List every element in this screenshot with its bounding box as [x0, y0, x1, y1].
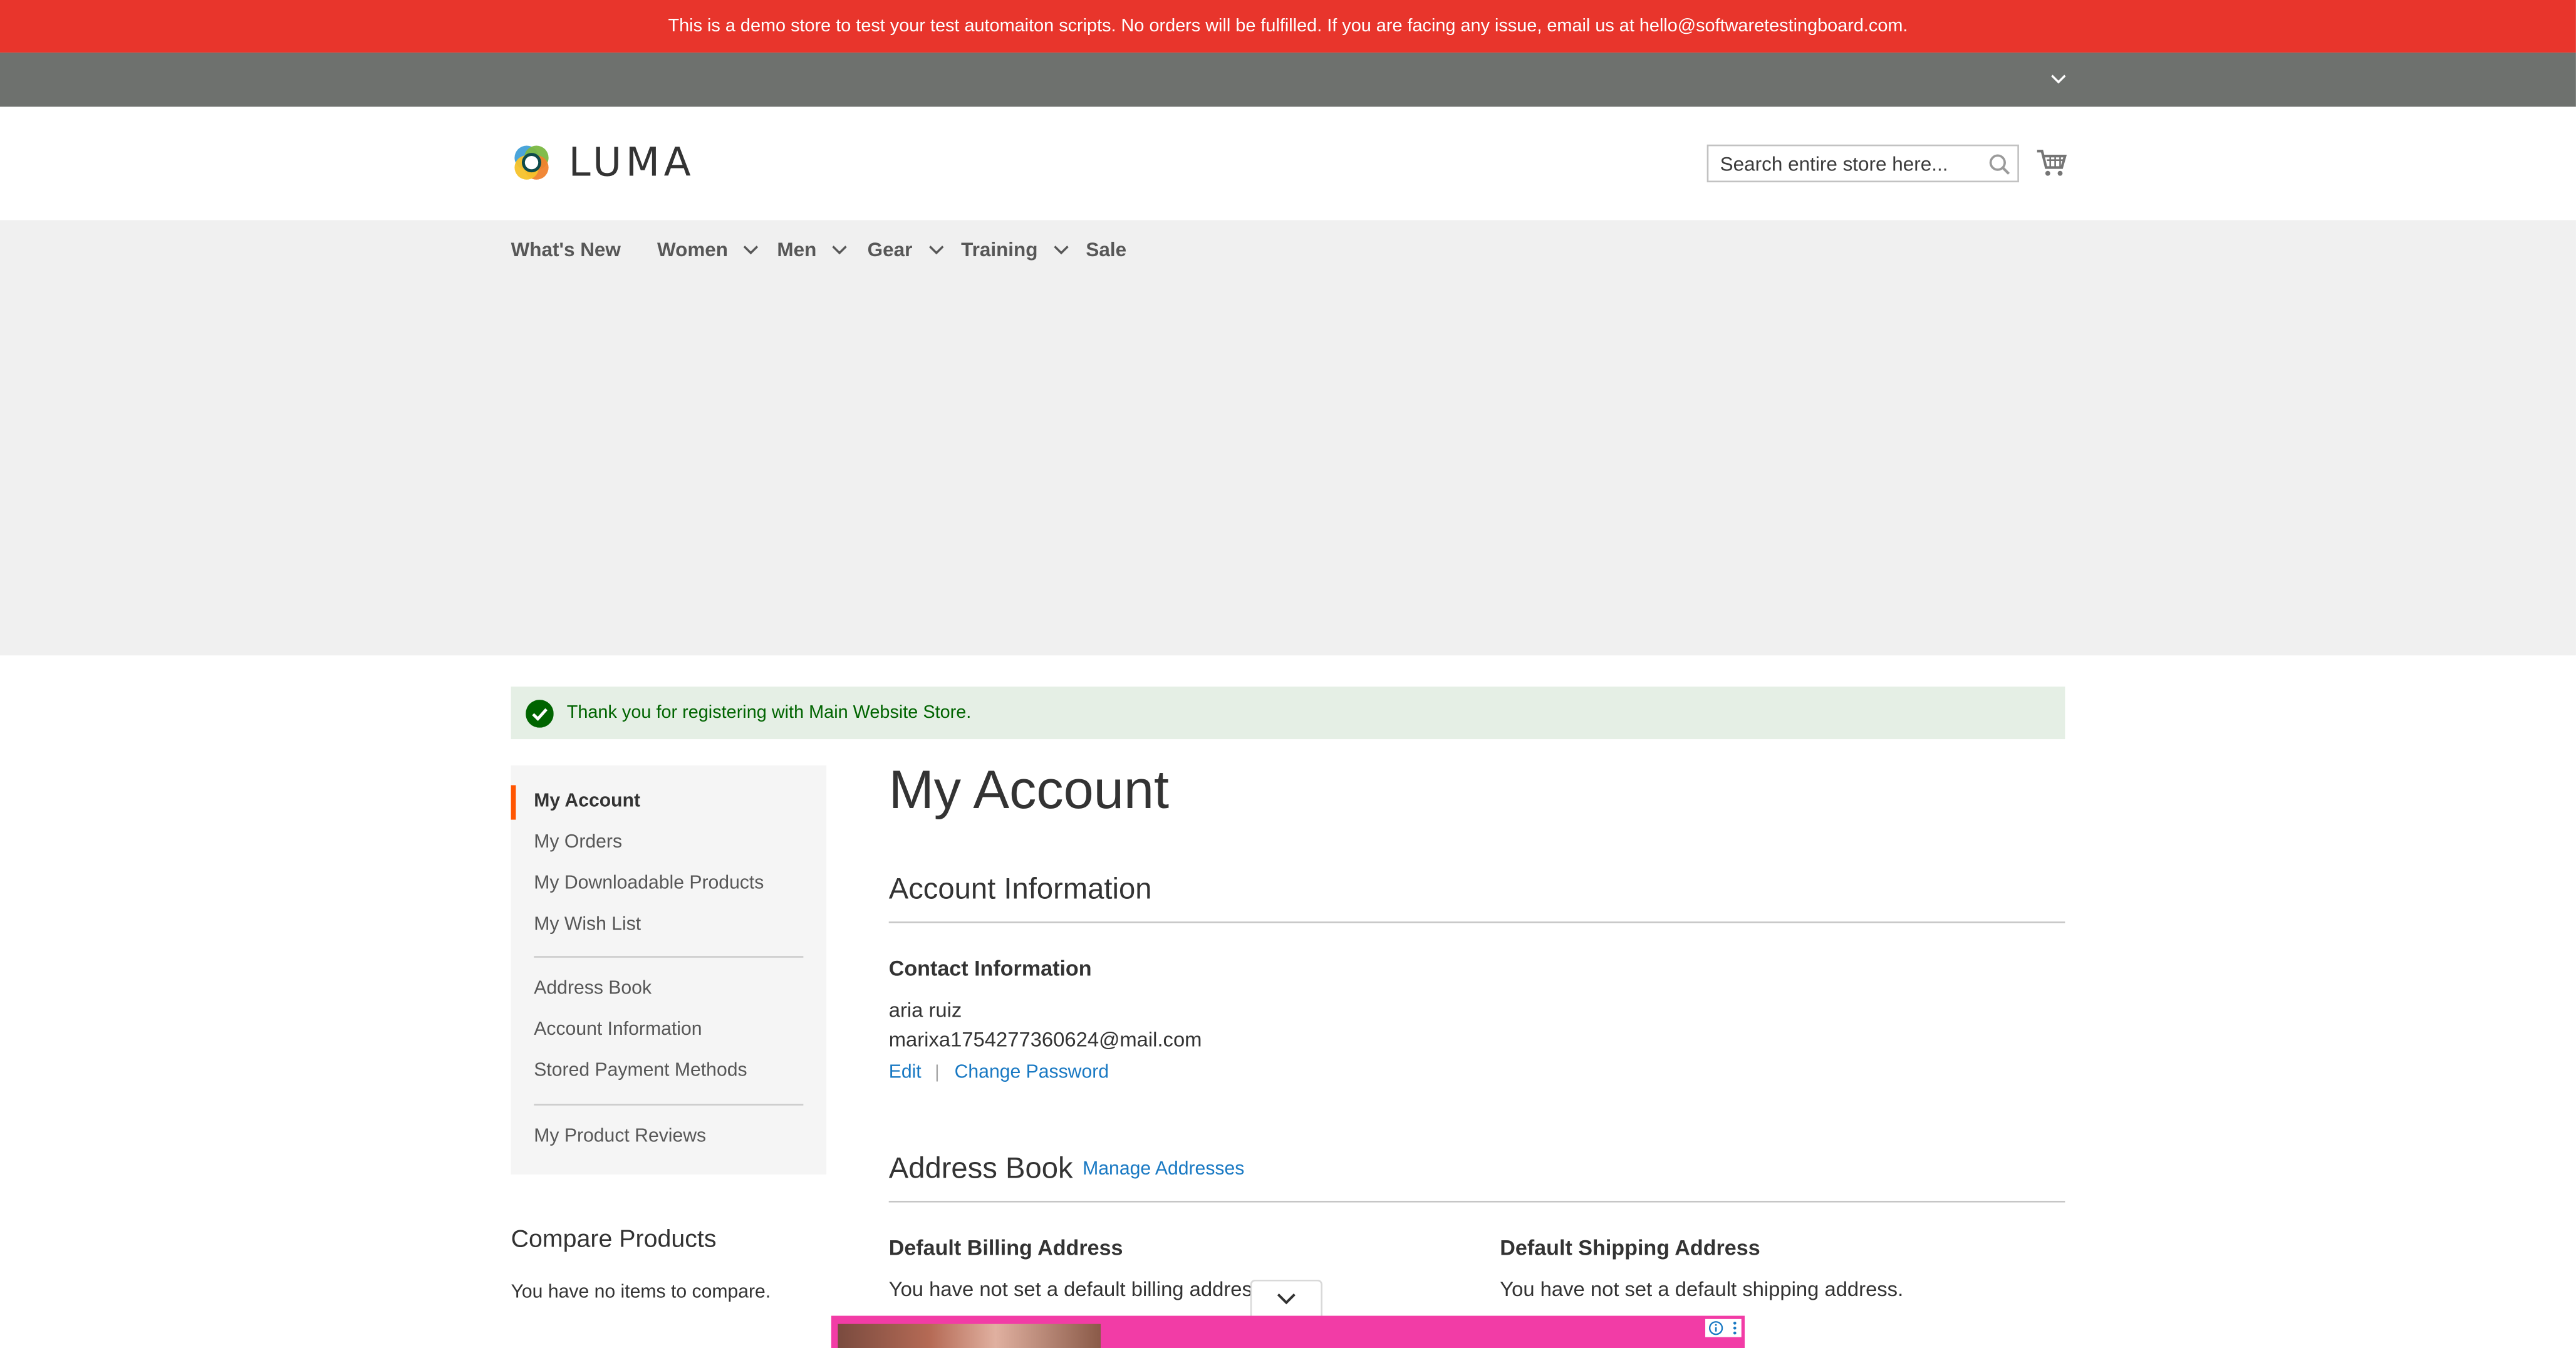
nav-item-label: Training [961, 238, 1038, 261]
cart-icon[interactable] [2035, 148, 2068, 177]
nav-item-label: Gear [867, 238, 913, 261]
nav-item-gear[interactable]: Gear [868, 237, 944, 263]
address-book-title: Address Book [888, 1151, 1073, 1185]
success-message-text: Thank you for registering with Main Webs… [566, 703, 972, 723]
manage-addresses-link[interactable]: Manage Addresses [1083, 1159, 1244, 1179]
nav-item-label: Women [657, 238, 729, 261]
chevron-down-icon [928, 246, 943, 255]
change-password-link[interactable]: Change Password [955, 1063, 1109, 1082]
chevron-down-icon [1277, 1294, 1296, 1305]
nav-item-sale[interactable]: Sale [1086, 237, 1126, 263]
account-sidebar-nav: My Account My Orders My Downloadable Pro… [511, 765, 827, 1175]
sidebar-item-account-information[interactable]: Account Information [534, 1017, 702, 1043]
ad-collapse-toggle[interactable] [1250, 1279, 1323, 1316]
search-input[interactable] [1708, 146, 1983, 181]
nav-item-label: What's New [511, 238, 621, 261]
chevron-down-icon [744, 246, 759, 255]
page-title: My Account [888, 759, 1170, 820]
sidebar-item-my-account[interactable]: My Account [534, 789, 640, 815]
success-message: Thank you for registering with Main Webs… [511, 687, 2065, 740]
sidebar-item-my-wish-list[interactable]: My Wish List [534, 911, 641, 938]
nav-item-whats-new[interactable]: What's New [511, 237, 621, 263]
chevron-down-icon[interactable] [2047, 69, 2070, 88]
section-divider [888, 1200, 2065, 1203]
more-vertical-icon [1733, 1321, 1736, 1335]
sidebar-divider [534, 1104, 804, 1106]
ad-choices[interactable] [1705, 1319, 1742, 1337]
panel-header-bar [0, 52, 2576, 107]
customer-email: marixa1754277360624@mail.com [888, 1028, 1202, 1052]
chevron-down-icon [1054, 246, 1069, 255]
main-navigation: What's New Women Men Gear Training Sale [0, 220, 2576, 656]
default-billing-title: Default Billing Address [888, 1235, 1123, 1260]
sidebar-item-my-orders[interactable]: My Orders [534, 829, 622, 856]
compare-products-title: Compare Products [511, 1225, 717, 1253]
chevron-down-icon [833, 246, 848, 255]
nav-item-label: Sale [1086, 238, 1127, 261]
sidebar-item-stored-payment-methods[interactable]: Stored Payment Methods [534, 1058, 747, 1084]
logo-wordmark: LUMA [568, 139, 695, 186]
demo-notice-text: This is a demo store to test your test a… [668, 16, 1908, 36]
ad-image [838, 1324, 1101, 1348]
search-icon[interactable] [1988, 153, 2011, 176]
default-shipping-text: You have not set a default shipping addr… [1500, 1278, 1904, 1301]
compare-products-empty: You have no items to compare. [511, 1283, 771, 1303]
section-divider [888, 921, 2065, 923]
default-billing-text: You have not set a default billing addre… [888, 1278, 1269, 1301]
store-logo[interactable]: LUMA [511, 133, 695, 192]
sidebar-item-my-downloadable-products[interactable]: My Downloadable Products [534, 871, 764, 897]
ad-banner[interactable] [831, 1315, 1745, 1348]
check-circle-icon [526, 700, 554, 728]
info-icon [1709, 1321, 1723, 1335]
account-information-title: Account Information [888, 872, 1152, 905]
sidebar-item-my-product-reviews[interactable]: My Product Reviews [534, 1124, 706, 1150]
nav-item-women[interactable]: Women [657, 237, 760, 263]
customer-name: aria ruiz [888, 998, 962, 1022]
active-item-marker [511, 785, 516, 820]
link-separator: | [935, 1062, 940, 1083]
edit-contact-link[interactable]: Edit [889, 1063, 922, 1082]
default-shipping-title: Default Shipping Address [1500, 1235, 1760, 1260]
nav-item-men[interactable]: Men [777, 237, 848, 263]
sidebar-divider [534, 956, 804, 958]
demo-notice-bar: This is a demo store to test your test a… [0, 0, 2576, 53]
sidebar-item-address-book[interactable]: Address Book [534, 976, 652, 1002]
nav-item-training[interactable]: Training [961, 237, 1069, 263]
page-root: This is a demo store to test your test a… [0, 0, 2576, 1348]
luma-logo-icon [514, 145, 549, 180]
contact-information-title: Contact Information [888, 956, 1092, 981]
search-box [1706, 144, 2019, 183]
site-header: LUMA [0, 106, 2576, 220]
nav-item-label: Men [777, 238, 817, 261]
